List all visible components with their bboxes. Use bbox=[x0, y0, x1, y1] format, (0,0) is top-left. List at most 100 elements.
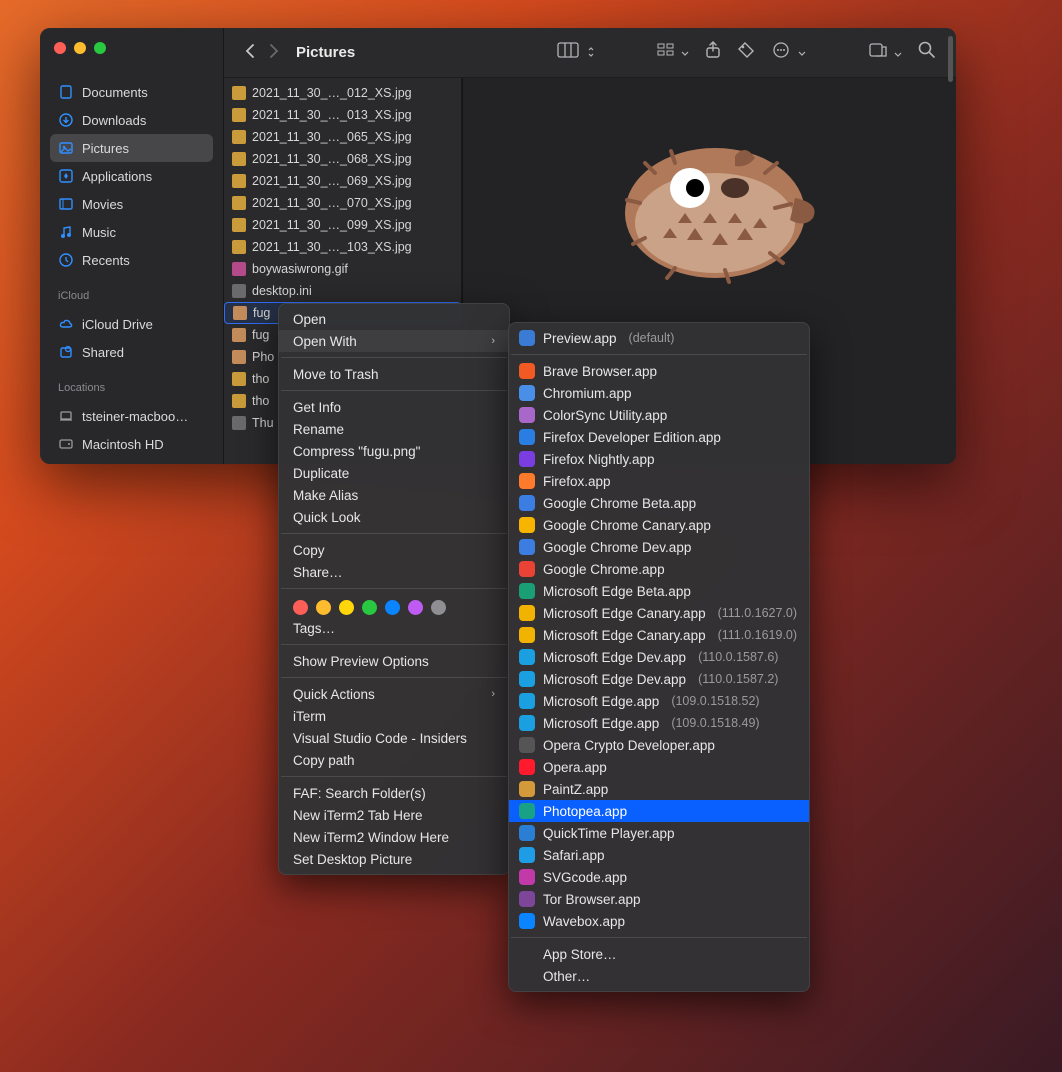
minimize-button[interactable] bbox=[74, 42, 86, 54]
menu-item[interactable]: Visual Studio Code - Insiders bbox=[279, 727, 509, 749]
open-with-item[interactable]: Opera Crypto Developer.app bbox=[509, 734, 809, 756]
menu-item[interactable]: Make Alias bbox=[279, 484, 509, 506]
file-row[interactable]: 2021_11_30_…_099_XS.jpg bbox=[224, 214, 461, 236]
open-with-item[interactable]: Other… bbox=[509, 965, 809, 987]
open-with-item[interactable]: Firefox Nightly.app bbox=[509, 448, 809, 470]
open-with-item[interactable]: Firefox.app bbox=[509, 470, 809, 492]
open-with-item[interactable]: Microsoft Edge.app(109.0.1518.49) bbox=[509, 712, 809, 734]
menu-item[interactable]: Open With› bbox=[279, 330, 509, 352]
file-row[interactable]: 2021_11_30_…_065_XS.jpg bbox=[224, 126, 461, 148]
sidebar-item[interactable]: Music bbox=[50, 218, 213, 246]
open-with-item[interactable]: Firefox Developer Edition.app bbox=[509, 426, 809, 448]
file-row[interactable]: 2021_11_30_…_012_XS.jpg bbox=[224, 82, 461, 104]
file-thumb-icon bbox=[232, 108, 246, 122]
open-with-item[interactable]: Photopea.app bbox=[509, 800, 809, 822]
open-with-item[interactable]: Google Chrome Dev.app bbox=[509, 536, 809, 558]
open-with-label: App Store… bbox=[543, 947, 617, 962]
open-with-item[interactable]: Microsoft Edge.app(109.0.1518.52) bbox=[509, 690, 809, 712]
menu-item[interactable]: Compress "fugu.png" bbox=[279, 440, 509, 462]
open-with-item[interactable]: ColorSync Utility.app bbox=[509, 404, 809, 426]
app-icon bbox=[519, 363, 535, 379]
open-with-item[interactable]: Wavebox.app bbox=[509, 910, 809, 932]
menu-item[interactable]: Quick Look bbox=[279, 506, 509, 528]
file-row[interactable]: 2021_11_30_…_013_XS.jpg bbox=[224, 104, 461, 126]
menu-item[interactable]: New iTerm2 Tab Here bbox=[279, 804, 509, 826]
open-with-item[interactable]: Preview.app(default) bbox=[509, 327, 809, 349]
open-with-label: Firefox.app bbox=[543, 474, 611, 489]
file-row[interactable]: 2021_11_30_…_103_XS.jpg bbox=[224, 236, 461, 258]
action-icon[interactable] bbox=[868, 41, 902, 64]
open-with-item[interactable]: Google Chrome Beta.app bbox=[509, 492, 809, 514]
tag-dot[interactable] bbox=[385, 600, 400, 615]
open-with-item[interactable]: QuickTime Player.app bbox=[509, 822, 809, 844]
file-row[interactable]: 2021_11_30_…_070_XS.jpg bbox=[224, 192, 461, 214]
share-icon[interactable] bbox=[705, 41, 721, 64]
sidebar-item[interactable]: Documents bbox=[50, 78, 213, 106]
more-icon[interactable] bbox=[771, 42, 805, 63]
open-with-item[interactable]: Safari.app bbox=[509, 844, 809, 866]
menu-item[interactable]: Share… bbox=[279, 561, 509, 583]
menu-item[interactable]: Set Desktop Picture bbox=[279, 848, 509, 870]
tag-dot[interactable] bbox=[293, 600, 308, 615]
menu-item-label: Compress "fugu.png" bbox=[293, 444, 420, 459]
file-row[interactable]: desktop.ini bbox=[224, 280, 461, 302]
menu-item[interactable]: Duplicate bbox=[279, 462, 509, 484]
open-with-item[interactable]: SVGcode.app bbox=[509, 866, 809, 888]
open-with-item[interactable]: Microsoft Edge Dev.app(110.0.1587.2) bbox=[509, 668, 809, 690]
file-row[interactable]: 2021_11_30_…_069_XS.jpg bbox=[224, 170, 461, 192]
tag-icon[interactable] bbox=[737, 41, 755, 64]
menu-item[interactable]: Copy bbox=[279, 539, 509, 561]
menu-item[interactable]: Rename bbox=[279, 418, 509, 440]
menu-item[interactable]: Move to Trash bbox=[279, 363, 509, 385]
menu-item[interactable]: Tags… bbox=[279, 617, 509, 639]
sidebar-item[interactable]: Pictures bbox=[50, 134, 213, 162]
sidebar-item[interactable]: Downloads bbox=[50, 106, 213, 134]
menu-item[interactable]: New iTerm2 Window Here bbox=[279, 826, 509, 848]
menu-item[interactable]: Copy path bbox=[279, 749, 509, 771]
open-with-item[interactable]: Google Chrome.app bbox=[509, 558, 809, 580]
open-with-item[interactable]: Chromium.app bbox=[509, 382, 809, 404]
group-icon[interactable] bbox=[657, 42, 689, 63]
sidebar-item[interactable]: Macintosh HD bbox=[50, 430, 213, 458]
tag-dot[interactable] bbox=[431, 600, 446, 615]
open-with-item[interactable]: Microsoft Edge Dev.app(110.0.1587.6) bbox=[509, 646, 809, 668]
sidebar-item[interactable]: iCloud Drive bbox=[50, 310, 213, 338]
columns-view-icon[interactable] bbox=[557, 42, 594, 63]
sidebar-item[interactable]: Shared bbox=[50, 338, 213, 366]
open-with-item[interactable]: PaintZ.app bbox=[509, 778, 809, 800]
open-with-item[interactable]: Opera.app bbox=[509, 756, 809, 778]
open-with-item[interactable]: Microsoft Edge Canary.app(111.0.1619.0) bbox=[509, 624, 809, 646]
close-button[interactable] bbox=[54, 42, 66, 54]
tag-dot[interactable] bbox=[339, 600, 354, 615]
sidebar-item[interactable]: Applications bbox=[50, 162, 213, 190]
file-thumb-icon bbox=[232, 196, 246, 210]
menu-item[interactable]: Show Preview Options bbox=[279, 650, 509, 672]
menu-item[interactable]: Open bbox=[279, 308, 509, 330]
open-with-item[interactable]: Google Chrome Canary.app bbox=[509, 514, 809, 536]
file-row[interactable]: 2021_11_30_…_068_XS.jpg bbox=[224, 148, 461, 170]
sidebar-item[interactable]: Movies bbox=[50, 190, 213, 218]
menu-item[interactable]: Quick Actions› bbox=[279, 683, 509, 705]
file-row[interactable]: boywasiwrong.gif bbox=[224, 258, 461, 280]
open-with-item[interactable]: Microsoft Edge Beta.app bbox=[509, 580, 809, 602]
menu-item[interactable]: FAF: Search Folder(s) bbox=[279, 782, 509, 804]
tag-dot[interactable] bbox=[316, 600, 331, 615]
menu-item-label: Copy path bbox=[293, 753, 355, 768]
back-button[interactable] bbox=[244, 43, 256, 62]
preview-scrollbar[interactable] bbox=[948, 36, 953, 82]
search-icon[interactable] bbox=[918, 41, 936, 64]
zoom-button[interactable] bbox=[94, 42, 106, 54]
open-with-label: Wavebox.app bbox=[543, 914, 625, 929]
menu-item[interactable]: iTerm bbox=[279, 705, 509, 727]
tag-dot[interactable] bbox=[362, 600, 377, 615]
open-with-item[interactable]: Microsoft Edge Canary.app(111.0.1627.0) bbox=[509, 602, 809, 624]
sidebar-item[interactable]: tsteiner-macboo… bbox=[50, 402, 213, 430]
forward-button[interactable] bbox=[268, 43, 280, 62]
open-with-item[interactable]: App Store… bbox=[509, 943, 809, 965]
open-with-item[interactable]: Brave Browser.app bbox=[509, 360, 809, 382]
mus-icon bbox=[58, 224, 74, 240]
sidebar-item[interactable]: Recents bbox=[50, 246, 213, 274]
tag-dot[interactable] bbox=[408, 600, 423, 615]
menu-item[interactable]: Get Info bbox=[279, 396, 509, 418]
open-with-item[interactable]: Tor Browser.app bbox=[509, 888, 809, 910]
